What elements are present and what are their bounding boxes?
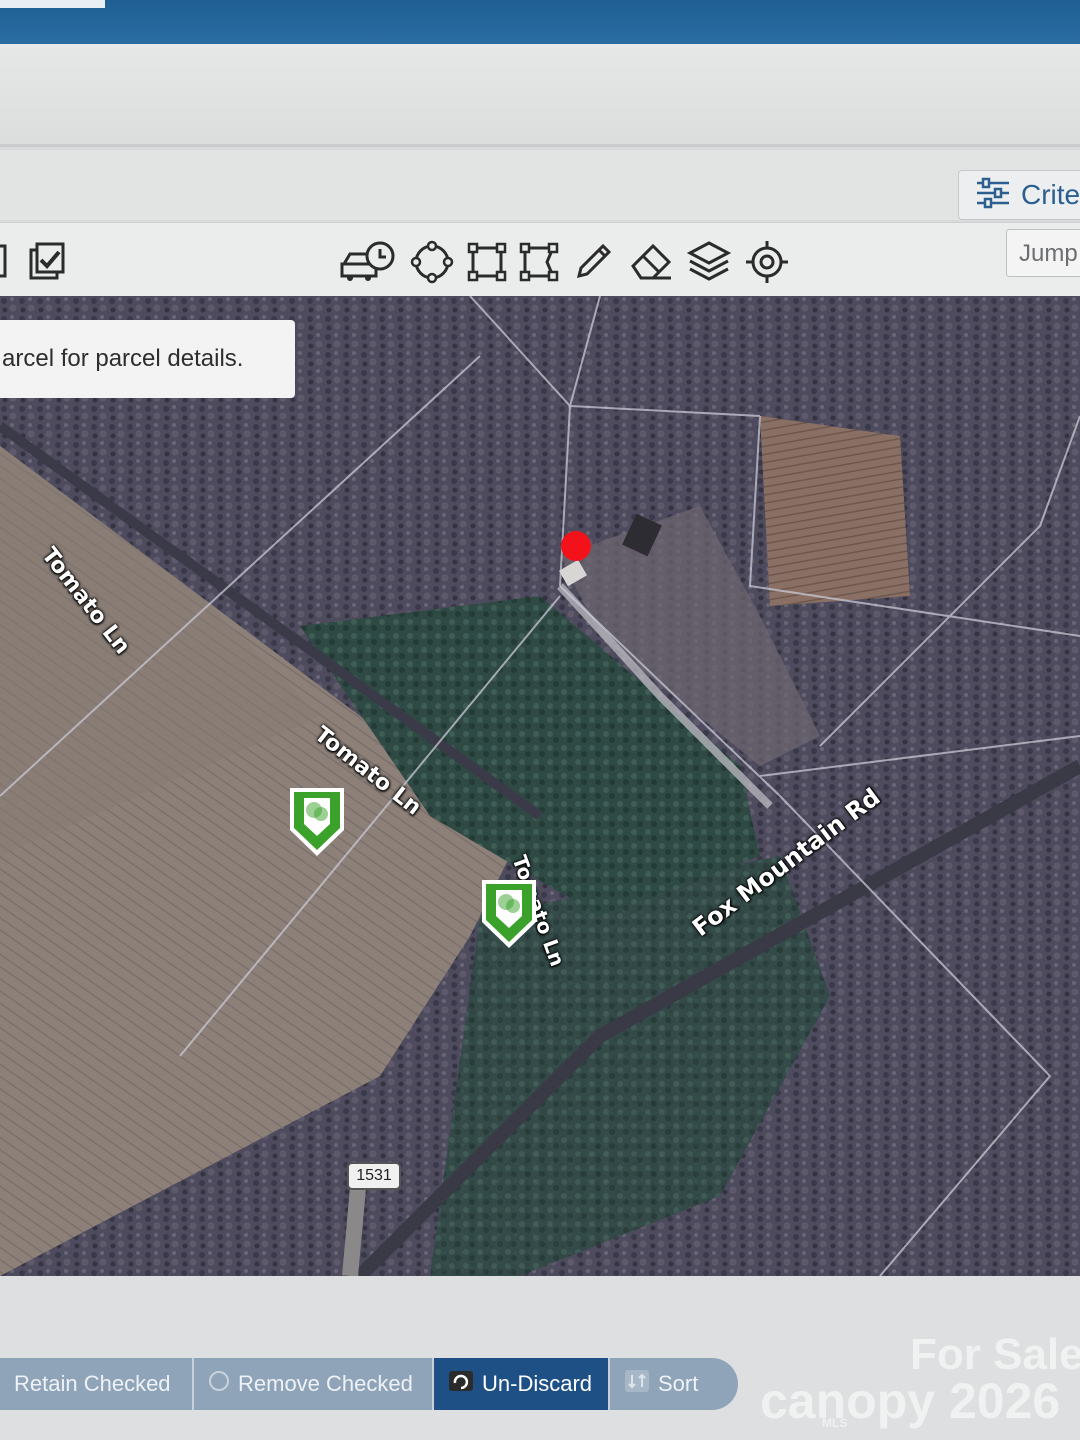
layers-icon[interactable]	[684, 237, 734, 287]
action-button-row: Retain Checked Remove Checked Un-Discard…	[0, 1358, 738, 1410]
rectangle-draw-icon[interactable]	[462, 237, 512, 287]
criteria-button[interactable]: Crite	[958, 170, 1080, 220]
watermark-brand: canopy	[760, 1373, 936, 1429]
sort-icon	[624, 1369, 650, 1399]
listing-marker-1[interactable]	[284, 784, 350, 860]
remove-checked-label: Remove Checked	[238, 1371, 413, 1396]
edit-icon[interactable]	[0, 237, 22, 287]
watermark-mls: MLS	[822, 1416, 848, 1430]
header-band	[0, 44, 1080, 147]
map-imagery	[0, 296, 1080, 1276]
selected-parcel-dot[interactable]	[561, 531, 591, 561]
sort-label: Sort	[658, 1371, 699, 1396]
listing-marker-2[interactable]	[476, 876, 542, 952]
subheader-band	[0, 150, 1080, 220]
parcel-tooltip: arcel for parcel details.	[0, 320, 295, 398]
browser-top-bar	[0, 0, 1080, 44]
retain-checked-label: Retain Checked	[14, 1371, 171, 1396]
un-discard-label: Un-Discard	[482, 1371, 593, 1396]
eraser-icon[interactable]	[626, 237, 676, 287]
locate-icon[interactable]	[742, 237, 792, 287]
route-shield: 1531	[347, 1162, 401, 1190]
jump-to-input[interactable]: Jump	[1006, 229, 1080, 277]
circle-draw-icon[interactable]	[407, 237, 457, 287]
remove-icon	[208, 1370, 230, 1398]
remove-checked-button[interactable]: Remove Checked	[194, 1358, 434, 1410]
map-toolbar	[0, 222, 1080, 297]
sliders-icon	[975, 177, 1011, 214]
drive-time-icon[interactable]	[340, 237, 396, 287]
satellite-map[interactable]: arcel for parcel details. Tomato Ln Toma…	[0, 296, 1080, 1276]
undo-icon	[448, 1370, 474, 1398]
watermark-year: 2026	[948, 1373, 1061, 1429]
check-list-icon[interactable]	[22, 237, 72, 287]
un-discard-button[interactable]: Un-Discard	[434, 1358, 610, 1410]
watermark-brand-row: canopy 2026	[760, 1372, 1060, 1430]
criteria-label: Crite	[1021, 179, 1080, 210]
pencil-icon[interactable]	[568, 237, 618, 287]
polygon-draw-icon[interactable]	[514, 237, 564, 287]
tree-marker-icon	[290, 788, 344, 856]
sort-button[interactable]: Sort	[610, 1358, 738, 1410]
retain-checked-button[interactable]: Retain Checked	[0, 1358, 194, 1410]
tree-marker-icon	[482, 880, 536, 948]
browser-tab[interactable]	[0, 0, 105, 8]
